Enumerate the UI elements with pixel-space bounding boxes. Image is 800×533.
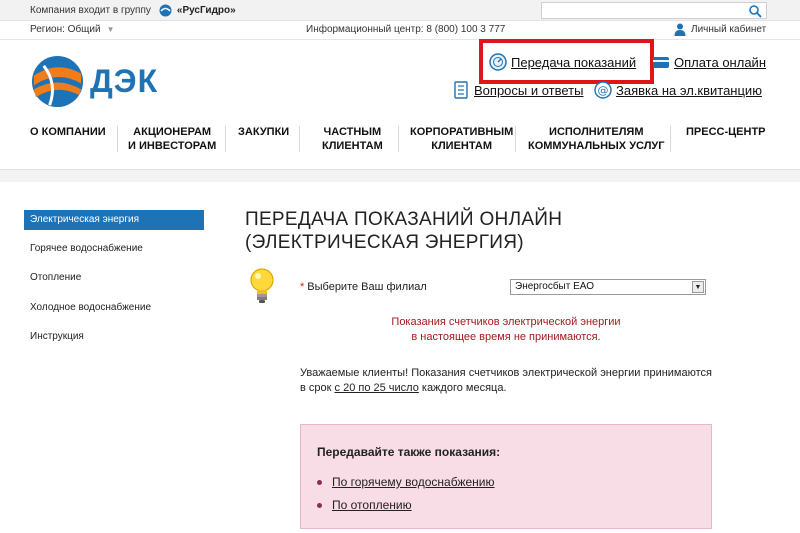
sidebar-item-hot-water[interactable]: Горячее водоснабжение [24,239,204,259]
document-list-icon [454,81,468,99]
sidebar-item-label: Электрическая энергия [30,214,139,225]
period-link[interactable]: с 20 по 25 число [335,382,419,394]
search-icon[interactable] [748,4,762,18]
sidebar-item-label: Холодное водоснабжение [30,302,152,313]
logo[interactable]: ДЭК [30,54,158,109]
page-title-line-2: (ЭЛЕКТРИЧЕСКАЯ ЭНЕРГИЯ) [245,232,524,253]
nav-press-center[interactable]: ПРЕСС-ЦЕНТР [686,125,766,139]
nav-investors-label-1: АКЦИОНЕРАМ [133,126,212,138]
group-brand[interactable]: «РусГидро» [177,5,236,16]
transfer-readings-label: Передача показаний [511,54,637,70]
nav-private-label-2: КЛИЕНТАМ [322,140,383,152]
pay-online-link[interactable]: Оплата онлайн [652,53,766,71]
nav-purchases[interactable]: ЗАКУПКИ [238,125,289,139]
branch-label-text: Выберите Ваш филиал [307,281,427,293]
personal-cabinet-link[interactable]: Личный кабинет [674,23,766,36]
nav-private-label-1: ЧАСТНЫМ [323,126,382,138]
region-select[interactable]: Регион: Общий ▼ [30,24,115,35]
nav-corporate-label-2: КЛИЕНТАМ [431,140,493,152]
bullet-icon [317,479,322,485]
card-icon [653,57,669,68]
sidebar-item-label: Горячее водоснабжение [30,243,143,254]
gauge-icon [489,53,507,71]
sidebar-item-label: Инструкция [30,331,84,342]
hot-water-link-label: По горячему водоснабжению [332,475,495,489]
logo-text: ДЭК [90,63,159,99]
required-mark: * [300,281,305,293]
sidebar-item-heating[interactable]: Отопление [24,268,204,288]
nav-divider [117,126,118,152]
rushydro-logo-icon [159,4,172,17]
dek-logo-icon [31,55,84,108]
notice-message: Показания счетчиков электрической энерги… [300,315,712,345]
sidebar-item-label: Отопление [30,272,82,283]
nav-utilities-label-2: КОММУНАЛЬНЫХ УСЛУГ [528,140,665,152]
also-submit-title: Передавайте также показания: [317,445,501,459]
region-label: Регион: Общий [30,24,101,35]
info-paragraph: Уважаемые клиенты! Показания счетчиков э… [300,366,712,396]
nav-private-clients[interactable]: ЧАСТНЫМ КЛИЕНТАМ [322,125,383,153]
nav-corporate-label-1: КОРПОРАТИВНЫМ [410,126,514,138]
nav-investors[interactable]: АКЦИОНЕРАМ И ИНВЕСТОРАМ [128,125,216,153]
notice-line-1: Показания счетчиков электрической энерги… [391,316,621,328]
hot-water-readings-link[interactable]: По горячему водоснабжению [317,475,495,489]
svg-text:@: @ [598,84,609,97]
nav-purchases-label: ЗАКУПКИ [238,126,290,138]
sidebar-item-electricity[interactable]: Электрическая энергия [24,210,204,230]
nav-about-label: О КОМПАНИИ [30,126,106,138]
pay-online-label: Оплата онлайн [674,54,766,70]
header-separator [0,170,800,182]
heating-link-label: По отоплению [332,498,412,512]
info-center: Информационный центр: 8 (800) 100 3 777 [306,24,506,35]
chevron-down-icon: ▼ [106,25,115,34]
nav-utilities[interactable]: ИСПОЛНИТЕЛЯМ КОММУНАЛЬНЫХ УСЛУГ [528,125,665,153]
nav-corporate-clients[interactable]: КОРПОРАТИВНЫМ КЛИЕНТАМ [410,125,513,153]
nav-utilities-label-1: ИСПОЛНИТЕЛЯМ [549,126,644,138]
faq-label: Вопросы и ответы [474,82,584,98]
top-bar: Компания входит в группу «РусГидро» [0,0,800,21]
branch-select-value: Энергосбыт ЕАО [515,281,594,292]
at-sign-icon: @ [594,81,612,99]
transfer-readings-link[interactable]: Передача показаний [489,53,636,71]
group-info: Компания входит в группу «РусГидро» [30,4,236,17]
nav-divider [225,126,226,152]
sidebar-item-instructions[interactable]: Инструкция [24,327,204,347]
chevron-down-icon[interactable]: ▼ [692,281,704,293]
nav-divider [670,126,671,152]
nav-divider [398,126,399,152]
sidebar-item-cold-water[interactable]: Холодное водоснабжение [24,298,204,318]
e-receipt-link[interactable]: @ Заявка на эл.квитанцию [594,81,762,99]
cabinet-label: Личный кабинет [691,24,767,35]
e-receipt-label: Заявка на эл.квитанцию [616,82,762,98]
page-title: ПЕРЕДАЧА ПОКАЗАНИЙ ОНЛАЙН (ЭЛЕКТРИЧЕСКАЯ… [245,208,562,254]
branch-select[interactable]: Энергосбыт ЕАО ▼ [510,279,706,295]
nav-about[interactable]: О КОМПАНИИ [30,125,106,139]
branch-label: * Выберите Ваш филиал [300,281,427,293]
user-icon [674,23,686,36]
info-bar: Регион: Общий ▼ Информационный центр: 8 (… [0,21,800,40]
heating-readings-link[interactable]: По отоплению [317,498,412,512]
faq-link[interactable]: Вопросы и ответы [452,81,583,99]
main-nav: О КОМПАНИИ АКЦИОНЕРАМ И ИНВЕСТОРАМ ЗАКУП… [0,120,800,170]
search-input[interactable] [541,2,767,19]
bullet-icon [317,502,322,508]
nav-press-label: ПРЕСС-ЦЕНТР [686,126,766,138]
also-submit-box: Передавайте также показания: По горячему… [300,424,712,529]
group-text: Компания входит в группу [30,5,151,16]
nav-divider [515,126,516,152]
lightbulb-icon [250,268,274,303]
nav-investors-label-2: И ИНВЕСТОРАМ [128,140,217,152]
info-paragraph-text-2: каждого месяца. [418,382,507,394]
notice-line-2: в настоящее время не принимаются. [411,331,601,343]
nav-divider [299,126,300,152]
page-title-line-1: ПЕРЕДАЧА ПОКАЗАНИЙ ОНЛАЙН [245,209,563,230]
